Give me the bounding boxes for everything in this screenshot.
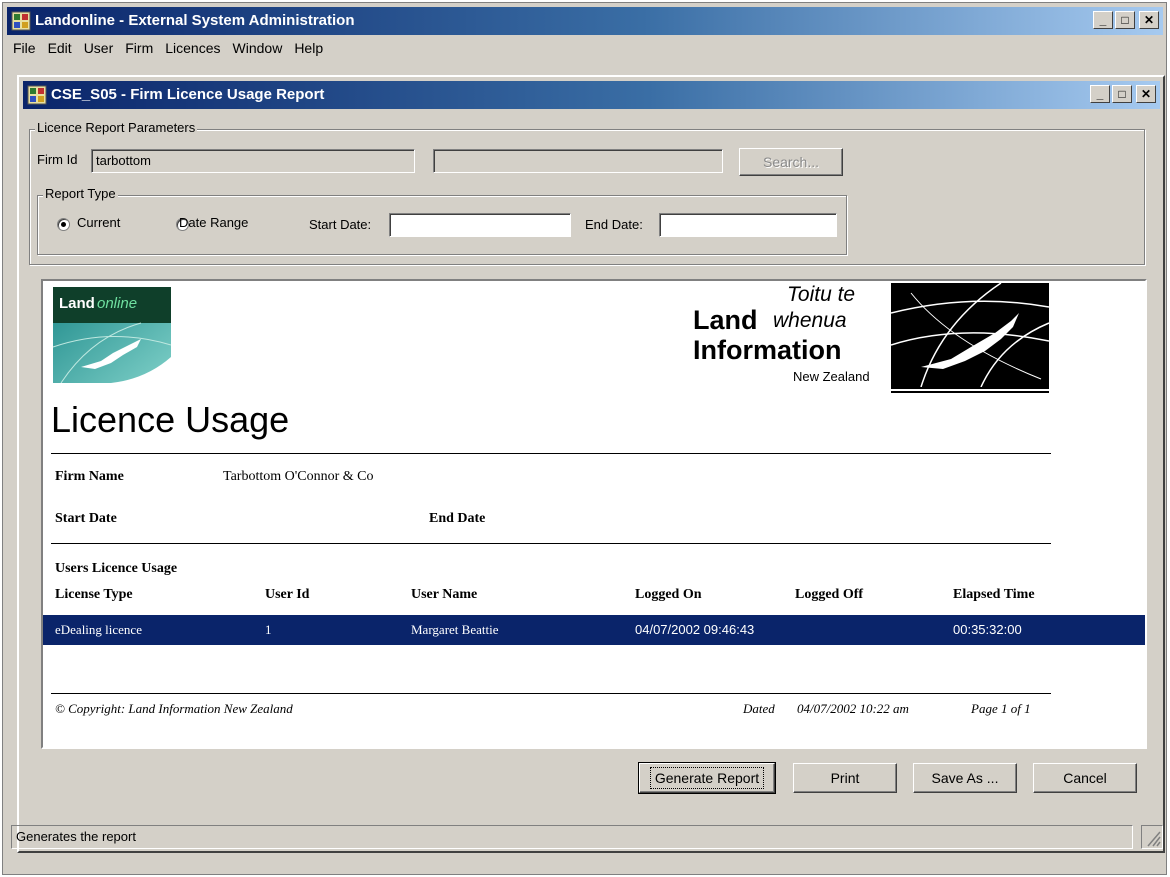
linz-information: Information [693, 335, 842, 365]
col-user-name: User Name [411, 587, 478, 602]
status-bar: Generates the report [11, 825, 1133, 849]
cell-elapsed-time: 00:35:32:00 [953, 622, 1022, 637]
start-date-report-label: Start Date [55, 511, 117, 526]
child-minimize-button[interactable]: _ [1090, 85, 1110, 103]
col-logged-off: Logged Off [795, 587, 864, 602]
report-child-window: CSE_S05 - Firm Licence Usage Report _ □ … [17, 75, 1165, 853]
save-as-label: Save As ... [931, 770, 999, 786]
close-button[interactable]: ✕ [1139, 11, 1159, 29]
menu-edit[interactable]: Edit [42, 37, 78, 59]
print-button[interactable]: Print [793, 763, 897, 793]
linz-toitu-te: Toitu te [787, 283, 856, 306]
menu-window[interactable]: Window [227, 37, 289, 59]
footer-copyright: © Copyright: Land Information New Zealan… [55, 701, 293, 716]
firm-name-value: Tarbottom O'Connor & Co [223, 469, 374, 484]
landonline-logo: Land online [51, 287, 173, 384]
firm-name-field[interactable] [433, 149, 723, 173]
logo-text-land: Land [59, 295, 95, 312]
linz-whenua: whenua [773, 309, 847, 332]
status-text: Generates the report [16, 829, 136, 844]
minimize-icon: _ [1099, 13, 1107, 27]
col-user-id: User Id [265, 587, 310, 602]
parameters-group-label: Licence Report Parameters [35, 120, 198, 135]
cell-license-type: eDealing licence [55, 622, 142, 637]
table-row[interactable]: eDealing licence 1 Margaret Beattie 04/0… [43, 615, 1145, 645]
cell-user-id: 1 [265, 622, 272, 637]
firm-name-label: Firm Name [55, 469, 124, 484]
window-title: CSE_S05 - Firm Licence Usage Report [51, 86, 325, 103]
footer-page: Page 1 of 1 [971, 701, 1031, 716]
cancel-button[interactable]: Cancel [1033, 763, 1137, 793]
cell-user-name: Margaret Beattie [411, 622, 499, 637]
generate-report-button[interactable]: Generate Report [638, 762, 776, 794]
save-as-button[interactable]: Save As ... [913, 763, 1017, 793]
close-icon: ✕ [1140, 87, 1152, 101]
menu-licences[interactable]: Licences [159, 37, 226, 59]
footer-divider [51, 693, 1051, 694]
footer-dated-label: Dated [743, 701, 775, 716]
child-close-button[interactable]: ✕ [1136, 85, 1156, 103]
linz-logo: Toitu te Land whenua Information New Zea… [683, 283, 1063, 397]
start-date-label: Start Date: [309, 217, 372, 232]
maximize-icon: □ [1118, 87, 1126, 101]
start-date-input[interactable] [389, 213, 571, 237]
linz-new-zealand: New Zealand [793, 369, 870, 384]
maximize-button[interactable]: □ [1115, 11, 1135, 29]
menu-bar: File Edit User Firm Licences Window Help [7, 37, 1163, 59]
radio-date-range-label[interactable]: Date Range [179, 215, 248, 230]
col-elapsed-time: Elapsed Time [953, 587, 1035, 602]
application-window: Landonline - External System Administrat… [2, 2, 1167, 875]
app-title-bar[interactable]: Landonline - External System Administrat… [7, 7, 1163, 35]
col-logged-on: Logged On [635, 587, 702, 602]
menu-file[interactable]: File [7, 37, 42, 59]
search-button[interactable]: Search... [739, 148, 843, 176]
minimize-icon: _ [1096, 87, 1104, 101]
section-divider [51, 543, 1051, 544]
print-label: Print [830, 770, 860, 786]
cancel-label: Cancel [1063, 770, 1107, 786]
child-maximize-button[interactable]: □ [1112, 85, 1132, 103]
firm-id-field[interactable]: tarbottom [91, 149, 415, 173]
generate-report-label: Generate Report [649, 767, 765, 789]
linz-land: Land [693, 305, 758, 335]
col-license-type: License Type [55, 587, 133, 602]
child-title-bar[interactable]: CSE_S05 - Firm Licence Usage Report _ □ … [23, 81, 1160, 109]
report-title: Licence Usage [51, 399, 290, 440]
radio-current[interactable] [57, 218, 70, 231]
cell-logged-on: 04/07/2002 09:46:43 [635, 622, 755, 637]
report-type-label: Report Type [43, 186, 118, 201]
section-title: Users Licence Usage [55, 561, 178, 576]
maximize-icon: □ [1121, 13, 1129, 27]
resize-grip[interactable] [1141, 825, 1163, 849]
minimize-button[interactable]: _ [1093, 11, 1113, 29]
menu-help[interactable]: Help [288, 37, 329, 59]
end-date-label: End Date: [585, 217, 643, 232]
end-date-report-label: End Date [429, 511, 486, 526]
title-divider [51, 453, 1051, 454]
logo-text-online: online [97, 295, 138, 312]
firm-id-label: Firm Id [37, 152, 78, 167]
search-button-label: Search... [762, 154, 820, 170]
radio-current-label[interactable]: Current [77, 215, 120, 230]
end-date-input[interactable] [659, 213, 837, 237]
footer-dated-value: 04/07/2002 10:22 am [797, 701, 909, 716]
resize-grip-icon [1147, 831, 1161, 847]
close-icon: ✕ [1143, 13, 1155, 27]
menu-user[interactable]: User [78, 37, 120, 59]
app-icon [11, 11, 31, 31]
app-title: Landonline - External System Administrat… [35, 12, 355, 29]
menu-firm[interactable]: Firm [119, 37, 159, 59]
window-icon [27, 85, 47, 105]
report-panel: Land online Toitu te Land whenua Informa… [41, 279, 1147, 749]
linz-globe-emblem [891, 283, 1049, 393]
